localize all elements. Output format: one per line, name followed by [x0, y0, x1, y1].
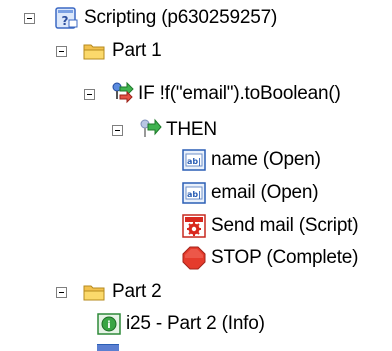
tree-node-label: Part 2 — [112, 281, 162, 302]
tree-node-label: IF !f("email").toBoolean() — [138, 83, 341, 104]
tree-node-label: name (Open) — [211, 149, 321, 170]
text-field-icon: ab| — [182, 148, 206, 172]
script-icon: ? — [55, 6, 79, 30]
tree-node-partial[interactable] — [97, 344, 119, 351]
gear-script-icon — [182, 214, 206, 238]
svg-text:?: ? — [62, 14, 69, 28]
collapse-toggle[interactable] — [112, 125, 123, 136]
text-field-icon: ab| — [182, 181, 206, 205]
info-icon: i — [97, 312, 121, 336]
svg-text:ab|: ab| — [187, 157, 201, 166]
folder-icon — [83, 39, 107, 63]
stop-icon — [182, 246, 206, 270]
if-branch-icon — [111, 81, 135, 105]
tree-node-label: Send mail (Script) — [211, 215, 359, 236]
tree-node-label: Part 1 — [112, 40, 162, 61]
then-branch-icon — [139, 117, 163, 141]
tree-node-label: STOP (Complete) — [211, 247, 359, 268]
collapse-toggle[interactable] — [84, 89, 95, 100]
collapse-toggle[interactable] — [56, 287, 67, 298]
folder-icon — [83, 280, 107, 304]
svg-text:i: i — [107, 320, 110, 331]
tree-node-label: email (Open) — [211, 182, 319, 203]
tree-node-label: i25 - Part 2 (Info) — [126, 313, 265, 334]
tree-node-label: Scripting (p630259257) — [84, 7, 278, 28]
collapse-toggle[interactable] — [56, 46, 67, 57]
collapse-toggle[interactable] — [24, 13, 35, 24]
tree-node-label: THEN — [166, 119, 217, 140]
svg-text:ab|: ab| — [187, 190, 201, 199]
